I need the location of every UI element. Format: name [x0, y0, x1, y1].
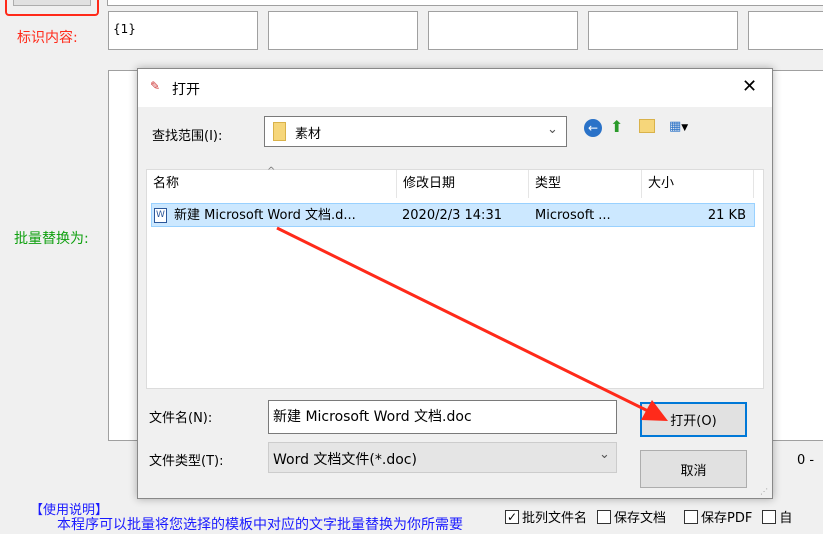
arrow-shaft: [276, 226, 651, 414]
annotation-arrow: [276, 226, 668, 421]
